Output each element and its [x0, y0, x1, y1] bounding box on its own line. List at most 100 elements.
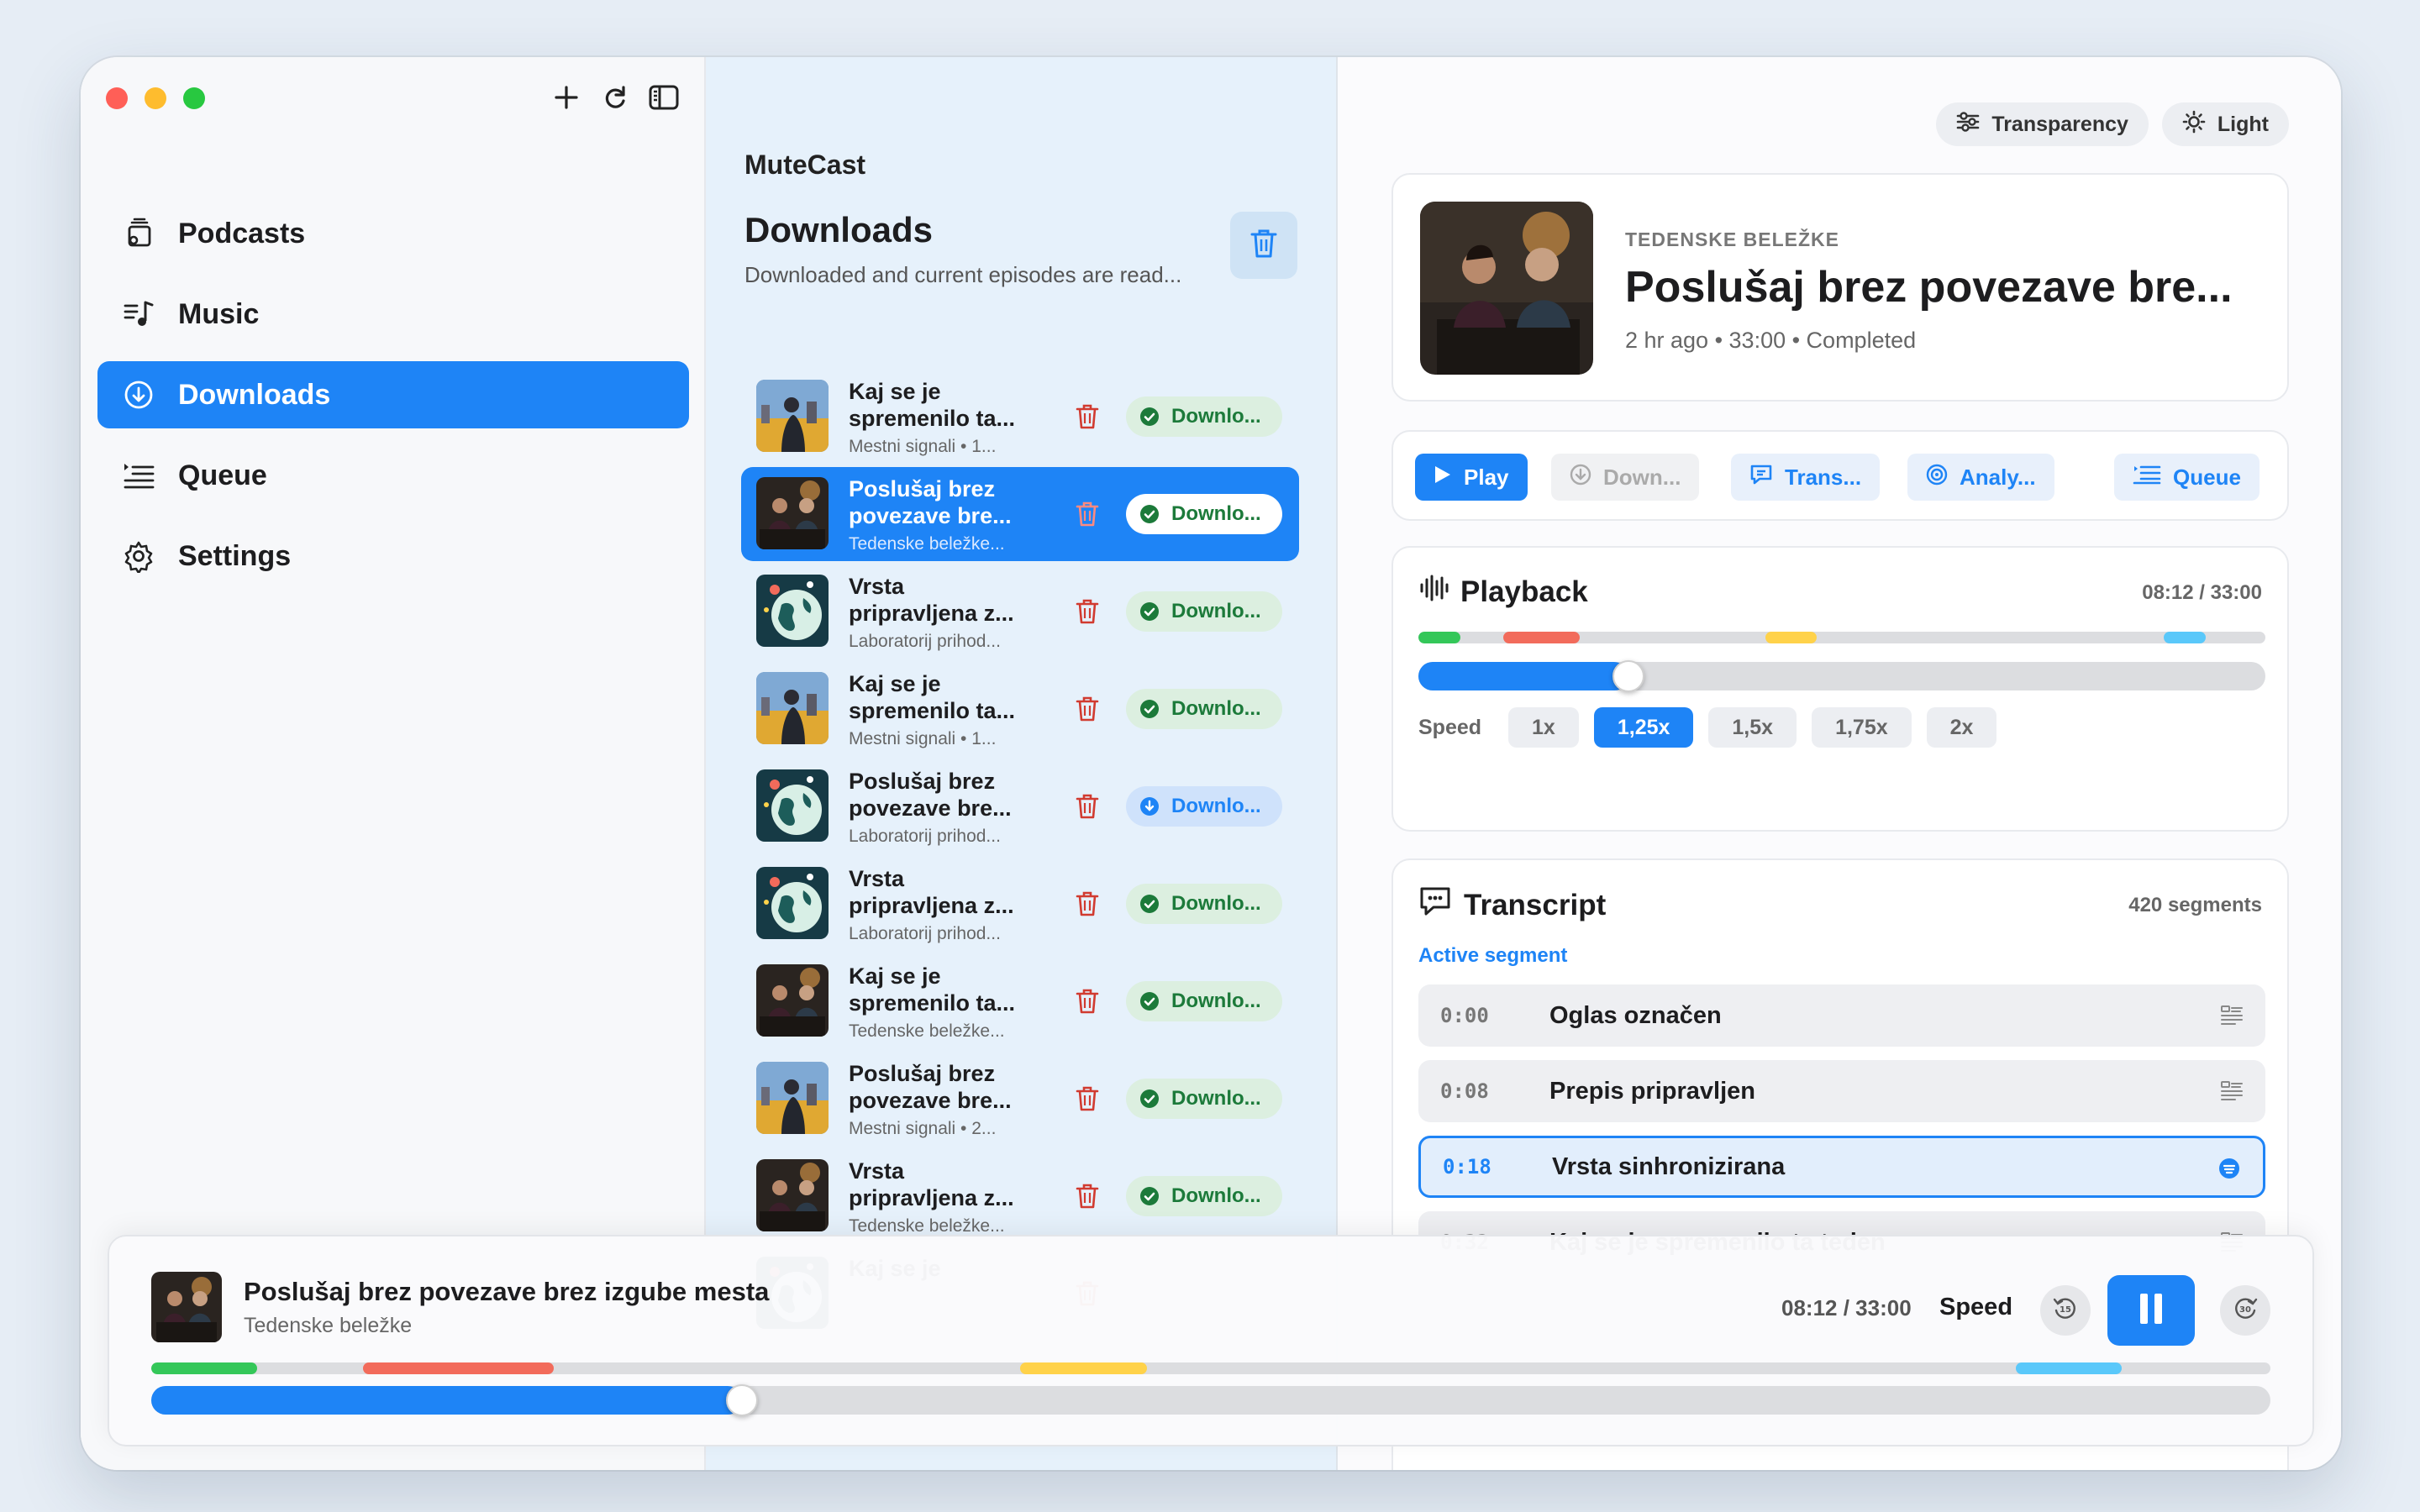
sidebar-nav: Podcasts Music Downloads Queue Settings [97, 200, 689, 603]
svg-text:30: 30 [2239, 1305, 2251, 1315]
download-status-badge[interactable]: Downlo... [1126, 981, 1282, 1021]
download-status-label: Downlo... [1171, 502, 1261, 525]
transcript-segment[interactable]: 0:08 Prepis pripravljen [1418, 1060, 2265, 1122]
trash-icon[interactable] [1071, 400, 1104, 433]
playback-scrubber-handle[interactable] [1612, 660, 1645, 692]
trash-icon[interactable] [1071, 790, 1104, 823]
playback-card: Playback 08:12 / 33:00 Speed 1x 1,25x 1,5x… [1392, 546, 2289, 832]
episode-thumbnail [756, 575, 829, 647]
episode-meta: Tedenske beležke... [849, 1021, 1005, 1041]
download-status-badge[interactable]: Downlo... [1126, 1079, 1282, 1119]
download-status-badge[interactable]: Downlo... [1126, 494, 1282, 534]
page-subtitle: Downloaded and current episodes are read… [744, 262, 1182, 287]
light-mode-button[interactable]: Light [2161, 102, 2289, 146]
downloads-list: Kaj se je spremenilo ta... Mestni signali… [741, 370, 1299, 1344]
sidebar-item-music[interactable]: Music [97, 281, 689, 348]
zoom-window-button[interactable] [183, 87, 205, 109]
player-scrubber[interactable] [151, 1384, 2270, 1416]
sidebar-toggle-icon[interactable] [649, 81, 679, 114]
list-item[interactable]: Kaj se je spremenilo ta... Mestni signali… [741, 370, 1299, 464]
speed-option[interactable]: 1,75x [1812, 707, 1912, 748]
analysis-button[interactable]: Analy... [1907, 454, 2054, 501]
playback-time: 08:12 / 33:00 [2142, 581, 2262, 604]
segment-marker [151, 1362, 258, 1374]
download-button[interactable]: Down... [1551, 454, 1700, 501]
speed-option[interactable]: 1,5x [1708, 707, 1797, 748]
skip-back-15-icon: 15 [2051, 1294, 2080, 1327]
episode-title: Vrsta pripravljena z... [849, 574, 1014, 626]
app-brand: MuteCast [744, 150, 866, 180]
transcript-header: Transcript [1418, 885, 1606, 925]
download-status-badge[interactable]: Downlo... [1126, 396, 1282, 437]
transcript-segment[interactable]: 0:18 Vrsta sinhronizirana [1418, 1136, 2265, 1198]
checkmark-icon [1139, 699, 1160, 719]
segment-marker [1765, 632, 1817, 643]
transcript-segment[interactable]: 0:00 Oglas označen [1418, 984, 2265, 1047]
pause-icon [2137, 1292, 2165, 1330]
sidebar-item-label: Queue [178, 459, 267, 491]
refresh-icon[interactable] [600, 81, 630, 114]
minimize-window-button[interactable] [145, 87, 166, 109]
active-segment-link[interactable]: Active segment [1418, 944, 1567, 968]
delete-all-button[interactable] [1230, 212, 1297, 279]
sidebar-item-settings[interactable]: Settings [97, 522, 689, 590]
episode-meta: Mestni signali • 1... [849, 729, 997, 748]
trash-icon[interactable] [1071, 887, 1104, 921]
skip-back-15-button[interactable]: 15 [2040, 1285, 2091, 1336]
speed-option[interactable]: 2x [1926, 707, 1997, 748]
segment-marker [363, 1362, 555, 1374]
checkmark-icon [1139, 1089, 1160, 1109]
download-status-label: Downlo... [1171, 795, 1261, 817]
queue-button[interactable]: Queue [2114, 454, 2260, 501]
list-item[interactable]: Poslušaj brez povezave bre... Mestni sign… [741, 1052, 1299, 1146]
transcript-title: Transcript [1464, 888, 1607, 921]
trash-icon[interactable] [1071, 692, 1104, 726]
list-item[interactable]: Vrsta pripravljena z... Tedenske beležke.… [741, 1149, 1299, 1243]
player-segment-markers [151, 1362, 2270, 1374]
download-status-badge[interactable]: Downlo... [1126, 884, 1282, 924]
chat-icon [1749, 464, 1773, 491]
sidebar-item-downloads[interactable]: Downloads [97, 361, 689, 428]
add-icon[interactable] [551, 81, 581, 114]
trash-icon[interactable] [1071, 984, 1104, 1018]
episode-artwork [1420, 202, 1593, 375]
episode-thumbnail [756, 1159, 829, 1231]
sidebar-item-queue[interactable]: Queue [97, 442, 689, 509]
play-button[interactable]: Play [1415, 454, 1528, 501]
download-status-label: Downlo... [1171, 892, 1261, 915]
list-item[interactable]: Vrsta pripravljena z... Laboratorij priho… [741, 564, 1299, 659]
speed-option[interactable]: 1,25x [1593, 707, 1694, 748]
transcript-button[interactable]: Trans... [1731, 454, 1881, 501]
trash-icon[interactable] [1071, 1179, 1104, 1213]
list-item[interactable]: Poslušaj brez povezave bre... Tedenske be… [741, 467, 1299, 561]
pause-button[interactable] [2107, 1275, 2195, 1346]
close-window-button[interactable] [106, 87, 128, 109]
segment-marker [2016, 1362, 2123, 1374]
download-status-badge[interactable]: Downlo... [1126, 786, 1282, 827]
list-item[interactable]: Poslušaj brez povezave bre... Laboratorij… [741, 759, 1299, 853]
speed-option[interactable]: 1x [1508, 707, 1579, 748]
download-status-label: Downlo... [1171, 990, 1261, 1012]
player-scrubber-handle[interactable] [725, 1384, 758, 1416]
skip-forward-30-button[interactable]: 30 [2220, 1285, 2270, 1336]
player-speed-button[interactable]: Speed [1939, 1294, 2012, 1321]
sidebar-item-label: Music [178, 297, 260, 330]
gear-icon [119, 537, 158, 575]
checkmark-icon [1139, 407, 1160, 427]
download-status-badge[interactable]: Downlo... [1126, 591, 1282, 632]
download-progress-icon [1139, 796, 1160, 816]
segment-markers-bar [1418, 632, 2265, 643]
checkmark-icon [1139, 991, 1160, 1011]
list-item[interactable]: Kaj se je spremenilo ta... Tedenske belež… [741, 954, 1299, 1048]
list-item[interactable]: Kaj se je spremenilo ta... Mestni signali… [741, 662, 1299, 756]
download-status-badge[interactable]: Downlo... [1126, 689, 1282, 729]
sidebar-item-podcasts[interactable]: Podcasts [97, 200, 689, 267]
transparency-button[interactable]: Transparency [1936, 102, 2149, 146]
trash-icon[interactable] [1071, 1082, 1104, 1116]
trash-icon[interactable] [1071, 497, 1104, 531]
list-item[interactable]: Vrsta pripravljena z... Laboratorij priho… [741, 857, 1299, 951]
trash-icon[interactable] [1071, 595, 1104, 628]
episode-thumbnail [756, 1062, 829, 1134]
download-status-badge[interactable]: Downlo... [1126, 1176, 1282, 1216]
playback-scrubber[interactable] [1418, 660, 2265, 692]
